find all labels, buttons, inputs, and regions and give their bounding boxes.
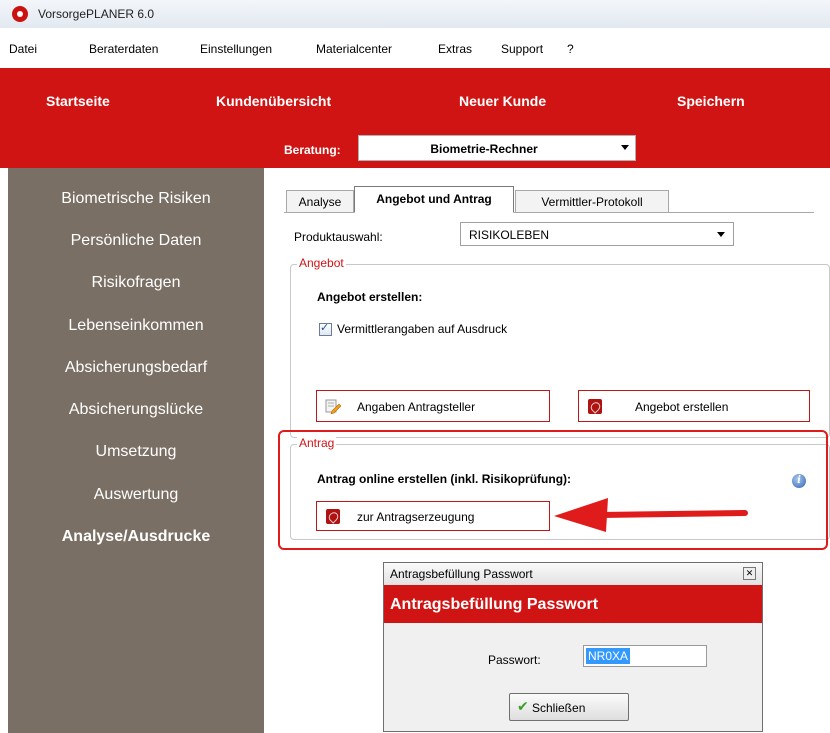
app-logo-icon: [12, 6, 28, 22]
menu-einstellungen[interactable]: Einstellungen: [200, 42, 272, 56]
chevron-down-icon: [621, 145, 629, 150]
tab-vermittler-protokoll[interactable]: Vermittler-Protokoll: [515, 190, 669, 212]
nav-kundenuebersicht[interactable]: Kundenübersicht: [216, 93, 331, 109]
beratung-value: Biometrie-Rechner: [430, 142, 538, 156]
main-toolbar: Startseite Kundenübersicht Neuer Kunde S…: [0, 68, 830, 168]
produktauswahl-label: Produktauswahl:: [294, 230, 383, 244]
sidebar-item-lebenseinkommen[interactable]: Lebenseinkommen: [8, 317, 264, 335]
close-icon[interactable]: ✕: [743, 567, 756, 580]
nav-startseite[interactable]: Startseite: [46, 93, 110, 109]
red-arrow-annotation: [554, 498, 748, 532]
tab-angebot-und-antrag[interactable]: Angebot und Antrag: [354, 186, 514, 213]
dialog-header-title: Antragsbefüllung Passwort: [390, 596, 599, 613]
password-label: Passwort:: [488, 653, 541, 667]
window-titlebar: VorsorgePLANER 6.0: [0, 0, 830, 29]
sidebar-item-auswertung[interactable]: Auswertung: [8, 486, 264, 504]
menu-extras[interactable]: Extras: [438, 42, 472, 56]
sidebar-item-umsetzung[interactable]: Umsetzung: [8, 443, 264, 461]
nav-speichern[interactable]: Speichern: [677, 93, 745, 109]
dialog-titlebar: Antragsbefüllung Passwort ✕: [384, 563, 762, 586]
vermittlerangaben-checkbox[interactable]: [319, 321, 332, 336]
password-value: NR0XA: [586, 648, 631, 664]
password-input[interactable]: NR0XA: [583, 645, 707, 667]
schliessen-button[interactable]: ✔ Schließen: [509, 693, 629, 721]
pdf-icon: [326, 509, 340, 524]
sidebar-item-analyse-ausdrucke[interactable]: Analyse/Ausdrucke: [8, 528, 264, 546]
window-title: VorsorgePLANER 6.0: [38, 7, 155, 21]
schliessen-label: Schließen: [532, 701, 586, 715]
password-dialog: Antragsbefüllung Passwort ✕ Antragsbefül…: [383, 562, 763, 732]
chevron-down-icon: [717, 232, 725, 237]
produktauswahl-value: RISIKOLEBEN: [469, 228, 550, 242]
dialog-title: Antragsbefüllung Passwort: [390, 567, 533, 581]
angaben-antragsteller-label: Angaben Antragsteller: [357, 400, 476, 414]
edit-pencil-icon: [325, 399, 341, 414]
angebot-erstellen-label: Angebot erstellen: [635, 400, 729, 414]
checkmark-icon: ✔: [517, 699, 529, 715]
sidebar: Biometrische Risiken Persönliche Daten R…: [8, 168, 264, 733]
sidebar-item-biometrische-risiken[interactable]: Biometrische Risiken: [8, 190, 264, 208]
vermittlerangaben-label: Vermittlerangaben auf Ausdruck: [337, 322, 508, 336]
sidebar-item-absicherungsbedarf[interactable]: Absicherungsbedarf: [8, 359, 264, 377]
angebot-legend: Angebot: [297, 256, 346, 270]
left-margin: [0, 168, 8, 733]
zur-antragserzeugung-label: zur Antragserzeugung: [357, 510, 475, 524]
pdf-icon: [588, 399, 602, 414]
menu-bar: Datei Beraterdaten Einstellungen Materia…: [0, 28, 830, 68]
beratung-select[interactable]: Biometrie-Rechner: [358, 135, 636, 161]
sidebar-item-persoenliche-daten[interactable]: Persönliche Daten: [8, 232, 264, 250]
dialog-header: Antragsbefüllung Passwort: [384, 585, 762, 623]
menu-help[interactable]: ?: [567, 42, 574, 56]
menu-materialcenter[interactable]: Materialcenter: [316, 42, 392, 56]
menu-support[interactable]: Support: [501, 42, 543, 56]
menu-datei[interactable]: Datei: [9, 42, 37, 56]
zur-antragserzeugung-button[interactable]: zur Antragserzeugung: [316, 501, 550, 531]
tab-analyse[interactable]: Analyse: [286, 190, 354, 212]
angebot-erstellen-button[interactable]: Angebot erstellen: [578, 390, 810, 422]
sidebar-item-absicherungsluecke[interactable]: Absicherungslücke: [8, 401, 264, 419]
info-icon[interactable]: i: [792, 474, 806, 488]
angebot-heading: Angebot erstellen:: [317, 290, 423, 304]
nav-neuer-kunde[interactable]: Neuer Kunde: [459, 93, 546, 109]
menu-beraterdaten[interactable]: Beraterdaten: [89, 42, 158, 56]
sidebar-item-risikofragen[interactable]: Risikofragen: [8, 274, 264, 292]
beratung-label: Beratung:: [284, 143, 341, 157]
angaben-antragsteller-button[interactable]: Angaben Antragsteller: [316, 390, 550, 422]
produktauswahl-select[interactable]: RISIKOLEBEN: [460, 222, 734, 246]
